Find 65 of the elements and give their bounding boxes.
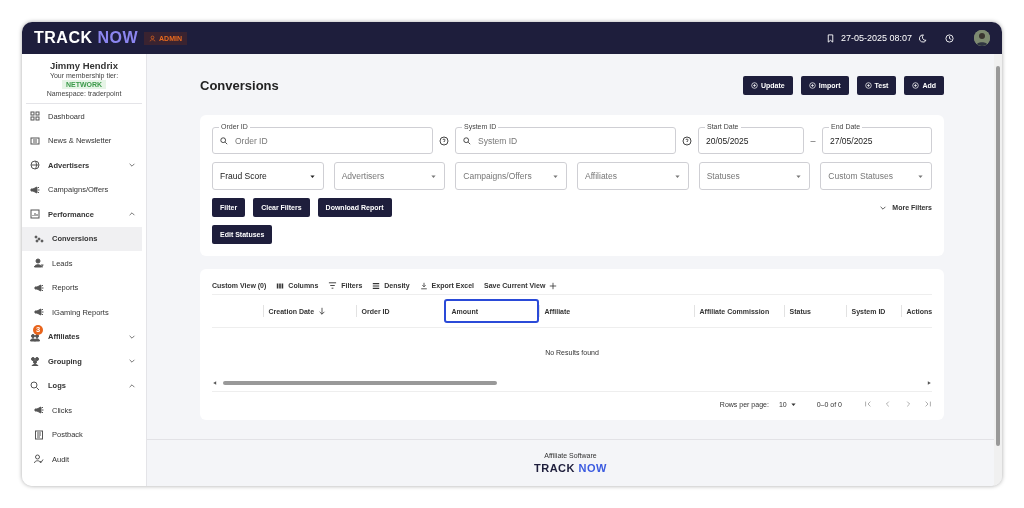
search-field[interactable]: System ID <box>478 130 668 151</box>
scroll-left-icon <box>212 380 218 386</box>
filter-icon <box>328 281 338 290</box>
search-icon <box>30 380 40 391</box>
search-field[interactable]: Order ID <box>235 130 425 151</box>
select-field[interactable]: Fraud Score <box>212 162 324 190</box>
person-icon <box>34 454 44 465</box>
avatar[interactable] <box>974 30 990 46</box>
add-circle-icon <box>864 81 872 89</box>
user-name: Jimmy Hendrix <box>49 60 119 71</box>
help-icon <box>439 135 449 146</box>
add-circle-icon <box>808 81 816 89</box>
logo: TRACK NOW <box>34 29 139 47</box>
select-field[interactable]: Advertisers <box>333 162 446 190</box>
logo: TRACK NOW <box>534 462 607 474</box>
date-time: 27-05-2025 08:07 <box>840 33 912 43</box>
people-icon <box>30 331 40 342</box>
last-page-icon <box>924 400 932 408</box>
megaphone-icon <box>34 405 44 416</box>
newspaper-icon <box>30 135 40 146</box>
dropdown-caret-icon <box>789 400 797 408</box>
search-icon <box>220 136 228 145</box>
dots-icon <box>34 233 44 244</box>
megaphone-icon <box>30 184 40 195</box>
select-field[interactable]: Custom Statuses <box>820 162 932 190</box>
megaphone-icon <box>34 307 44 318</box>
document-icon <box>34 429 44 440</box>
scroll-right-icon <box>926 380 932 386</box>
dropdown-caret-icon <box>795 172 803 180</box>
density-icon <box>372 281 381 290</box>
globe-icon <box>30 160 40 171</box>
dropdown-caret-icon <box>673 172 681 180</box>
grid-icon <box>30 111 40 122</box>
select-field[interactable]: Affiliates <box>577 162 689 190</box>
select-field[interactable]: Campaigns/Offers <box>455 162 567 190</box>
dropdown-caret-icon <box>430 172 438 180</box>
next-page-icon <box>904 400 912 408</box>
person-icon <box>34 258 44 269</box>
date-field[interactable]: 20/05/2025 <box>706 130 796 151</box>
megaphone-icon <box>34 282 44 293</box>
person-icon <box>149 34 157 42</box>
previous-page-icon <box>884 400 892 408</box>
bookmark-icon <box>825 33 835 43</box>
dropdown-caret-icon <box>308 172 316 180</box>
search-icon <box>463 136 471 145</box>
dropdown-caret-icon <box>552 172 559 180</box>
group-icon <box>30 356 40 367</box>
first-page-icon <box>864 400 872 408</box>
page-title: Conversions <box>200 77 279 93</box>
moon-icon <box>918 33 927 43</box>
add-circle-icon <box>751 81 758 89</box>
clock-icon <box>945 33 954 43</box>
range-separator: – <box>809 135 817 146</box>
chart-icon <box>30 209 40 220</box>
columns-icon <box>276 281 285 290</box>
select-field[interactable]: Statuses <box>698 162 811 190</box>
download-icon <box>419 281 428 290</box>
scrollbar[interactable] <box>223 381 497 385</box>
date-field[interactable]: 27/05/2025 <box>830 130 924 151</box>
plus-icon <box>549 281 558 290</box>
add-circle-icon <box>912 81 920 89</box>
sort-arrow-icon <box>318 307 327 315</box>
scrollbar[interactable] <box>996 66 1000 446</box>
dropdown-caret-icon <box>917 172 924 180</box>
help-icon <box>682 135 692 146</box>
